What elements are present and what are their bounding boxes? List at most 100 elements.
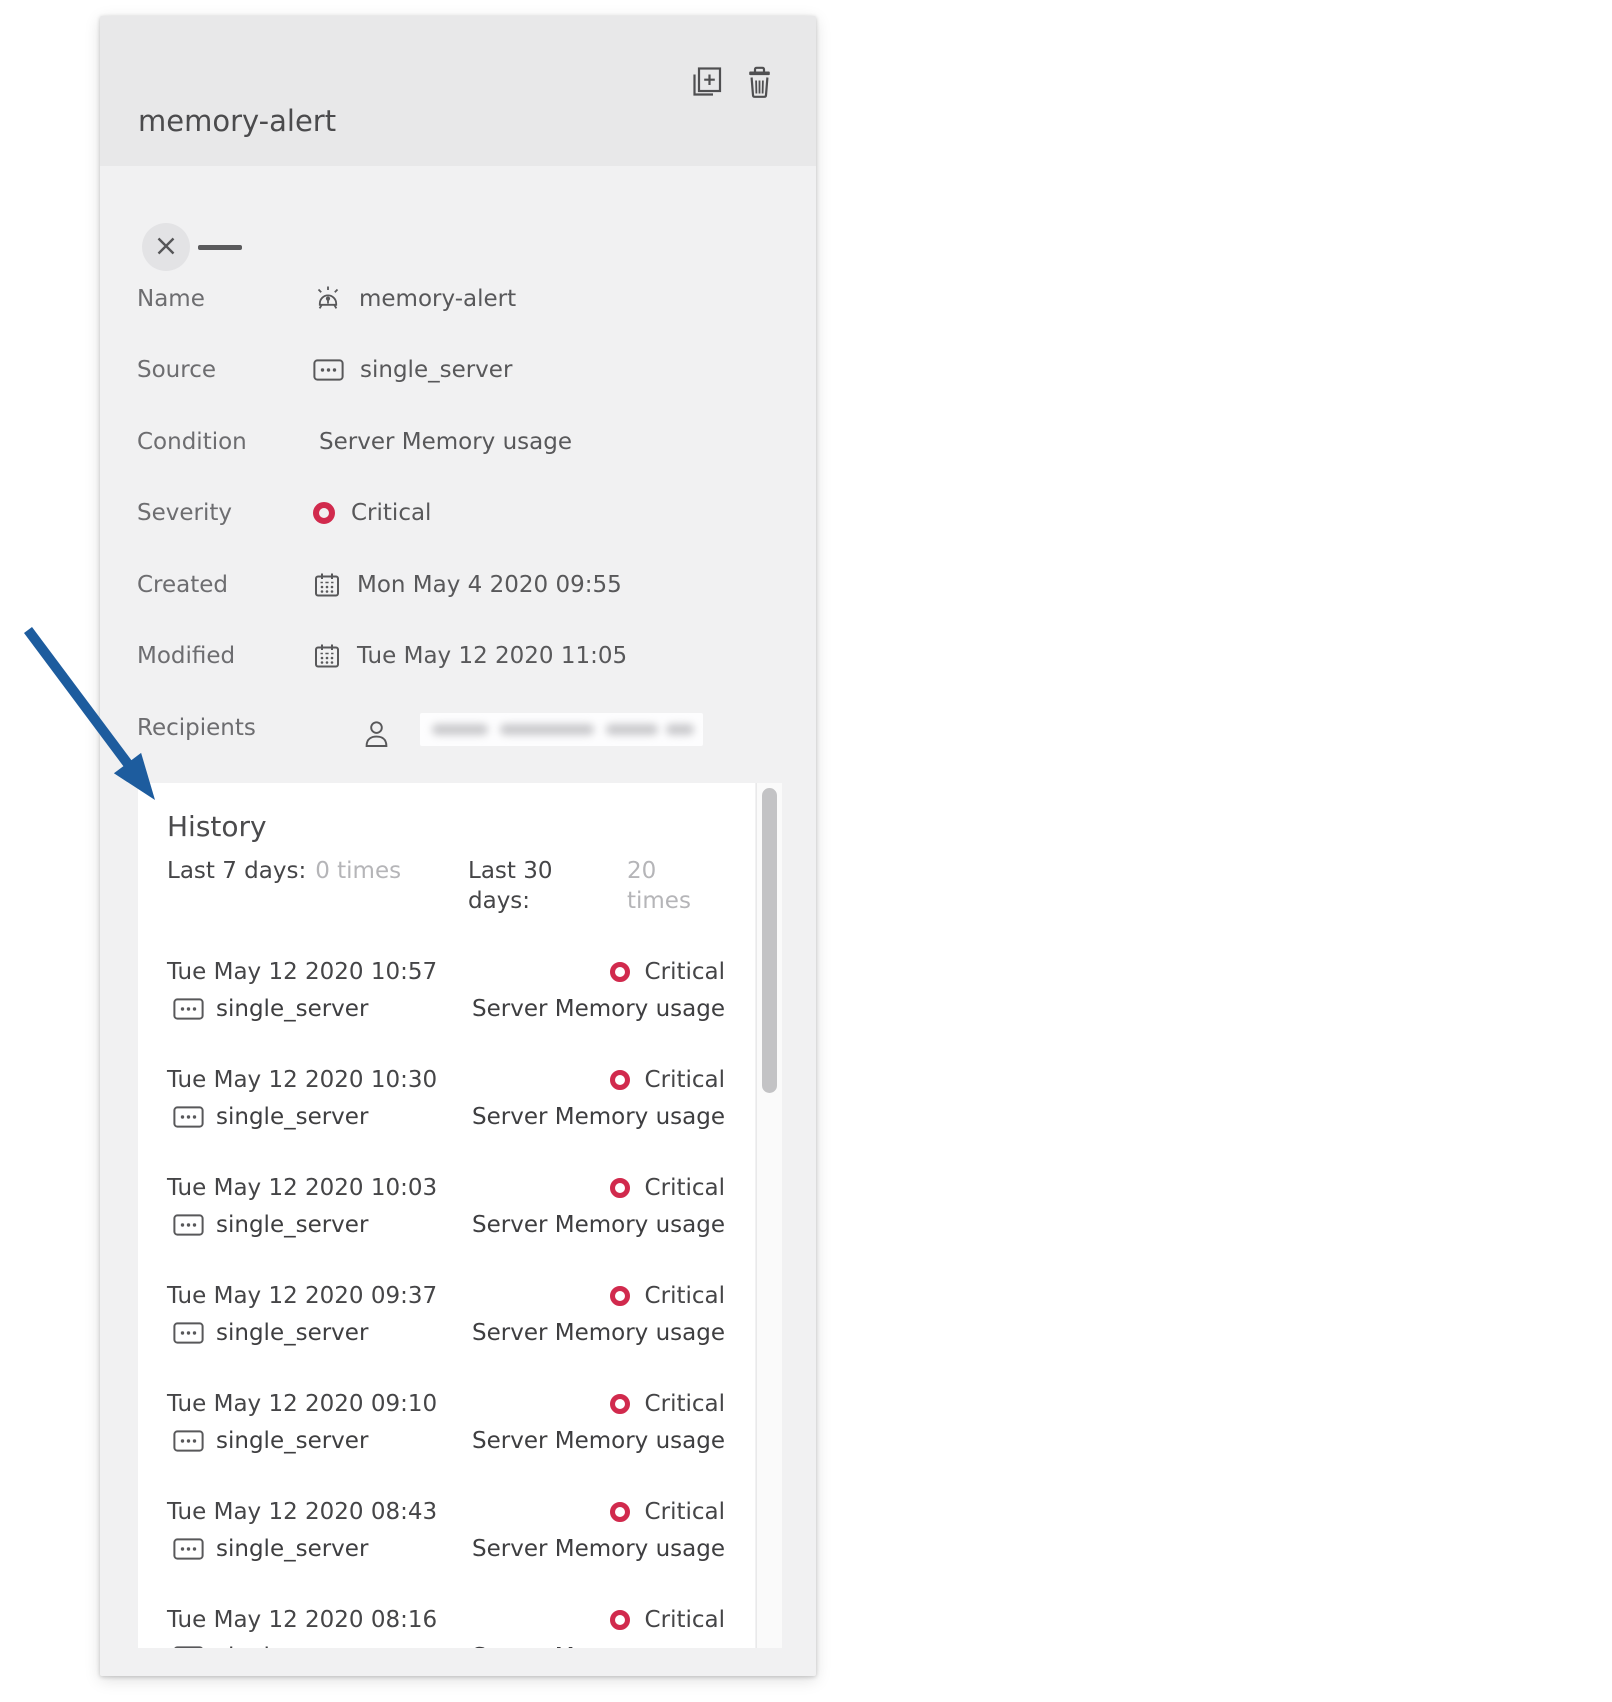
detail-value-text: Tue May 12 2020 11:05 [357, 643, 627, 669]
close-button[interactable] [142, 223, 190, 271]
detail-label: Created [137, 572, 313, 598]
entry-source: single_server [173, 1644, 368, 1648]
critical-ring-icon [610, 1178, 630, 1198]
entry-severity-text: Critical [645, 1499, 725, 1525]
history-title: History [167, 810, 725, 844]
detail-label: Recipients [137, 715, 313, 741]
entry-condition: Server Memory usage [472, 1536, 725, 1562]
detail-value-text: Server Memory usage [319, 429, 572, 455]
entry-severity-text: Critical [645, 1607, 725, 1633]
entry-severity-text: Critical [645, 1391, 725, 1417]
duplicate-icon [688, 64, 722, 101]
header-actions [688, 64, 777, 101]
detail-value: Critical [313, 500, 431, 526]
history-scrollbar[interactable] [756, 783, 782, 1648]
entry-source-text: single_server [216, 1428, 368, 1454]
entry-condition: Server Memory usage [472, 1104, 725, 1130]
dash-icon[interactable] [198, 245, 242, 250]
entry-source: single_server [173, 1104, 368, 1130]
entry-source-text: single_server [216, 1212, 368, 1238]
entry-source-text: single_server [216, 1104, 368, 1130]
history-panel: History Last 7 days: 0 times Last 30 day… [138, 783, 782, 1648]
detail-value: single_server [313, 357, 512, 383]
critical-ring-icon [610, 1610, 630, 1630]
alarm-bell-icon [313, 284, 343, 314]
entry-condition: Server Memory usage [472, 1320, 725, 1346]
entry-severity-text: Critical [645, 959, 725, 985]
history-stats: Last 7 days: 0 times Last 30 days: 20 ti… [167, 856, 725, 916]
entry-severity-text: Critical [645, 1283, 725, 1309]
detail-row: Source [137, 335, 816, 407]
detail-label: Source [137, 357, 313, 383]
redacted-recipient-value [420, 713, 703, 746]
panel-body: Name [100, 223, 816, 764]
history-entry[interactable]: Tue May 12 2020 09:37 Critical [167, 1281, 725, 1348]
history-entry[interactable]: Tue May 12 2020 10:03 Critical [167, 1173, 725, 1240]
critical-ring-icon [610, 1502, 630, 1522]
detail-value: memory-alert [313, 284, 516, 314]
stat-value: 0 times [315, 856, 401, 916]
detail-value: Mon May 4 2020 09:55 [313, 571, 622, 599]
calendar-icon [313, 571, 341, 599]
server-icon [173, 998, 204, 1020]
history-entry[interactable]: Tue May 12 2020 08:16 Critical [167, 1605, 725, 1648]
panel-header: memory-alert [100, 16, 816, 166]
entry-condition: Server Memory usage [472, 1644, 725, 1648]
detail-label: Severity [137, 500, 313, 526]
detail-label: Name [137, 286, 313, 312]
entry-condition: Server Memory usage [472, 1212, 725, 1238]
stat-last-7-days: Last 7 days: 0 times [167, 856, 468, 916]
history-entry[interactable]: Tue May 12 2020 09:10 Critical [167, 1389, 725, 1456]
critical-ring-icon [610, 1070, 630, 1090]
stat-label: Last 7 days: [167, 856, 306, 916]
critical-ring-icon [610, 962, 630, 982]
delete-button[interactable] [743, 64, 777, 101]
stat-value: 20 times [627, 856, 725, 916]
detail-value-text: memory-alert [359, 286, 516, 312]
person-icon [363, 719, 390, 748]
entry-source: single_server [173, 1320, 368, 1346]
history-entry[interactable]: Tue May 12 2020 08:43 Critical [167, 1497, 725, 1564]
entry-source-text: single_server [216, 1320, 368, 1346]
history-entry[interactable]: Tue May 12 2020 10:30 Critical [167, 1065, 725, 1132]
detail-label: Condition [137, 429, 313, 455]
detail-value-text: single_server [360, 357, 512, 383]
history-entry[interactable]: Tue May 12 2020 10:57 Critical [167, 957, 725, 1024]
detail-value [313, 707, 703, 748]
critical-ring-icon [610, 1286, 630, 1306]
server-icon [173, 1106, 204, 1128]
scrollbar-thumb[interactable] [762, 788, 777, 1093]
entry-source: single_server [173, 996, 368, 1022]
detail-row: Condition Server Memory usage [137, 406, 816, 478]
detail-value: Tue May 12 2020 11:05 [313, 642, 627, 670]
duplicate-button[interactable] [688, 64, 722, 101]
detail-value-text: Critical [351, 500, 431, 526]
server-icon [173, 1430, 204, 1452]
server-icon [173, 1214, 204, 1236]
critical-ring-icon [313, 502, 335, 524]
history-card: History Last 7 days: 0 times Last 30 day… [138, 783, 755, 1648]
entry-timestamp: Tue May 12 2020 08:16 [167, 1607, 437, 1633]
entry-severity: Critical [610, 1607, 725, 1633]
server-icon [173, 1646, 204, 1648]
entry-source: single_server [173, 1212, 368, 1238]
entry-condition: Server Memory usage [472, 1428, 725, 1454]
entry-source: single_server [173, 1428, 368, 1454]
server-icon [173, 1322, 204, 1344]
entry-timestamp: Tue May 12 2020 08:43 [167, 1499, 437, 1525]
detail-list: Name [100, 263, 816, 764]
detail-row: Name [137, 263, 816, 335]
entry-condition: Server Memory usage [472, 996, 725, 1022]
detail-row: Modified [137, 621, 816, 693]
entry-timestamp: Tue May 12 2020 10:30 [167, 1067, 437, 1093]
entry-source: single_server [173, 1536, 368, 1562]
detail-value: Server Memory usage [313, 429, 572, 455]
entry-timestamp: Tue May 12 2020 09:37 [167, 1283, 437, 1309]
detail-row: Severity Critical [137, 478, 816, 550]
entry-severity-text: Critical [645, 1067, 725, 1093]
server-icon [313, 359, 344, 381]
entry-source-text: single_server [216, 1644, 368, 1648]
entry-severity: Critical [610, 1283, 725, 1309]
calendar-icon [313, 642, 341, 670]
history-entry-list: Tue May 12 2020 10:57 Critical [167, 957, 725, 1648]
